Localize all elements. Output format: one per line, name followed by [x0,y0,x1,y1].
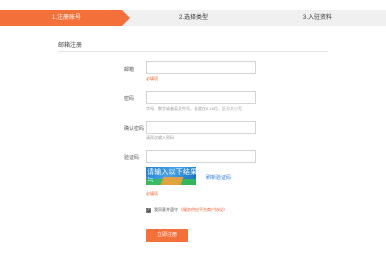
checkmark-icon: ✓ [146,207,151,212]
step-select-type: 2.选择类型 [179,15,209,21]
captcha-image-glyph: ≒ [147,175,154,184]
captcha-required-hint: 必填项 [146,191,158,196]
password-input[interactable] [146,91,256,104]
step-entry-info: 3.入驻资料 [303,15,333,21]
password-label: 密码 [124,96,135,102]
email-required-hint: 必填项 [146,76,158,81]
captcha-image-text: 请输入以下结果 [147,168,196,176]
password-rule-hint: 字母、数字或者英文符号，长度在6-16位，区分大小写 [146,106,243,111]
step-register-account: 1.注册账号 [52,15,82,21]
register-button[interactable]: 立即注册 [146,229,188,242]
refresh-captcha-link[interactable]: 刷新验证码 [206,174,231,181]
registration-steps: 1.注册账号 2.选择类型 3.入驻资料 [0,10,386,26]
captcha-label: 验证码 [124,155,140,161]
agreement-row: ✓ 我同意并遵守 《服务供应平台商户协议》 [146,207,227,213]
agree-text: 我同意并遵守 [154,207,178,212]
agreement-link[interactable]: 《服务供应平台商户协议》 [179,207,227,213]
section-divider [58,51,328,52]
captcha-noise-block [160,177,184,185]
email-input[interactable] [146,61,256,74]
agree-checkbox[interactable]: ✓ [146,207,151,213]
email-label: 邮箱 [124,67,135,73]
confirm-password-label: 确认密码 [124,126,145,132]
section-title: 邮箱注册 [58,43,83,49]
confirm-password-input[interactable] [146,121,256,134]
captcha-image[interactable]: 请输入以下结果 ≒ [146,167,196,185]
captcha-input[interactable] [146,150,256,163]
confirm-password-hint: 请再次输入密码 [146,135,174,140]
